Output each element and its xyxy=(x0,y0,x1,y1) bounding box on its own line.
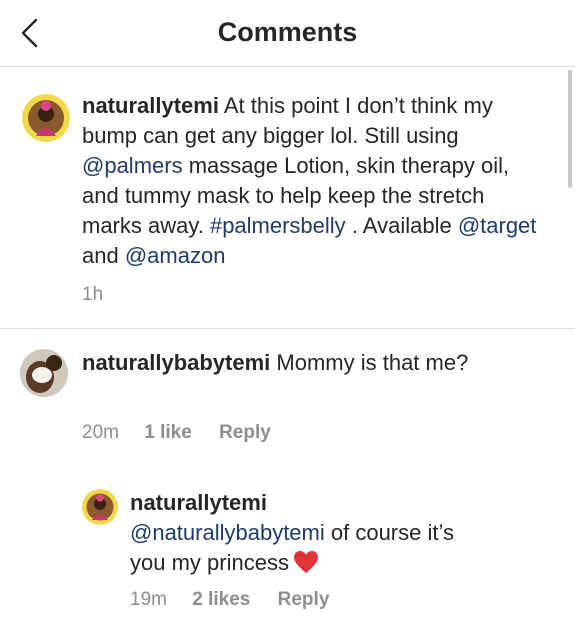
timestamp: 19m xyxy=(130,589,167,610)
mention-naturallybabytemi[interactable]: @naturallybabytemi xyxy=(130,520,325,545)
page-title: Comments xyxy=(217,17,358,47)
avatar[interactable] xyxy=(22,94,70,142)
header-bar: Comments xyxy=(0,0,575,67)
caption-meta: 1h xyxy=(82,283,103,307)
avatar[interactable] xyxy=(82,489,118,525)
likes-count[interactable]: 2 likes xyxy=(192,588,250,612)
reply-button[interactable]: Reply xyxy=(219,421,271,445)
caption-text-part: and xyxy=(82,243,125,268)
comment-meta: 20m 1 like Reply xyxy=(82,421,271,445)
mention-amazon[interactable]: @amazon xyxy=(125,243,226,268)
mention-palmers[interactable]: @palmers xyxy=(82,153,183,178)
caption-username[interactable]: naturallytemi xyxy=(82,93,219,118)
reply-meta: 19m 2 likes Reply xyxy=(130,588,329,612)
timestamp: 20m xyxy=(82,422,119,443)
reply-username[interactable]: naturallytemi xyxy=(130,490,267,515)
heart-emoji-icon xyxy=(293,550,319,582)
likes-count[interactable]: 1 like xyxy=(144,421,192,445)
avatar[interactable] xyxy=(20,349,68,397)
caption-section: naturallytemi At this point I don’t thin… xyxy=(0,67,575,329)
caption-text-part: . Available xyxy=(345,213,458,238)
comment-body: Mommy is that me? xyxy=(270,350,469,375)
comment-username[interactable]: naturallybabytemi xyxy=(82,350,270,375)
caption-text: naturallytemi At this point I don’t thin… xyxy=(82,91,544,271)
mention-target[interactable]: @target xyxy=(458,213,537,238)
comment-text: naturallybabytemi Mommy is that me? xyxy=(82,348,522,378)
timestamp: 1h xyxy=(82,284,104,305)
reply-button[interactable]: Reply xyxy=(278,588,330,612)
hashtag-palmersbelly[interactable]: #palmersbelly xyxy=(210,213,346,238)
reply-text: naturallytemi @naturallybabytemi of cours… xyxy=(130,488,480,582)
